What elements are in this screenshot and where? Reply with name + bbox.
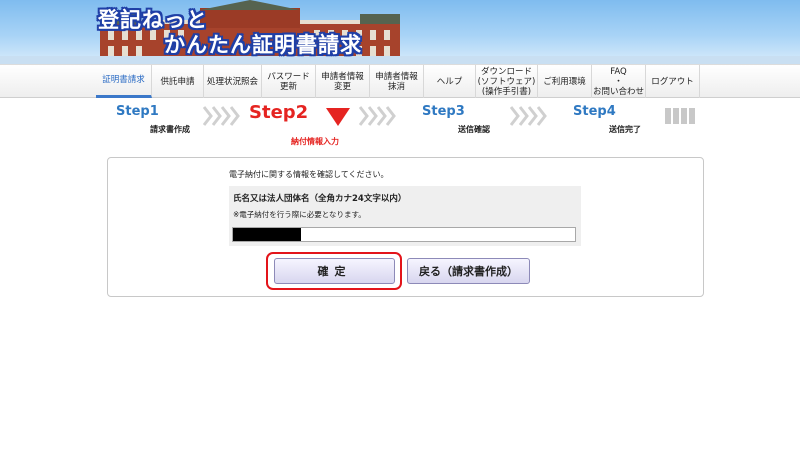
progress-end-bar [673,108,679,124]
nav-status-inquiry[interactable]: 処理状況照会 [204,65,262,98]
chevron-right-icon [386,106,396,126]
progress-end-bar [665,108,671,124]
nav-help[interactable]: ヘルプ [424,65,476,98]
step2-title: Step2 [249,102,309,123]
nav-download[interactable]: ダウンロード (ソフトウェア) (操作手引書) [476,65,538,98]
step2-label: 納付情報入力 [291,137,339,146]
step1-label: 請求書作成 [150,125,190,134]
nav-deposit-application[interactable]: 供託申請 [152,65,204,98]
name-field-note: ※電子納付を行う際に必要となります。 [233,210,366,219]
nav-faq-contact[interactable]: FAQ ・ お問い合わせ [592,65,646,98]
chevron-right-icon [230,106,240,126]
step3-title: Step3 [422,104,465,119]
progress-end-bar [681,108,687,124]
step1-title: Step1 [116,104,159,119]
nav-applicant-delete[interactable]: 申請者情報 抹消 [370,65,424,98]
step-indicator: Step1 請求書作成 Step2 納付情報入力 Step3 送信確認 Step… [0,98,800,156]
progress-end-bar [689,108,695,124]
confirm-button[interactable]: 確定 [274,258,395,284]
nav-password-update[interactable]: パスワード 更新 [262,65,316,98]
nav-environment[interactable]: ご利用環境 [538,65,592,98]
header-banner: 登記ねっと かんたん証明書請求 [0,0,800,64]
step3-label: 送信確認 [458,125,490,134]
nav-logout[interactable]: ログアウト [646,65,700,98]
step4-title: Step4 [573,104,616,119]
back-button[interactable]: 戻る（請求書作成） [407,258,530,284]
main-nav: 証明書請求 供託申請 処理状況照会 パスワード 更新 申請者情報 変更 申請者情… [0,64,800,98]
site-logo[interactable]: 登記ねっと かんたん証明書請求 [98,4,398,60]
step4-label: 送信完了 [609,125,641,134]
logo-line2: かんたん証明書請求 [164,33,362,57]
chevron-right-icon [537,106,547,126]
current-step-arrow-icon [326,108,350,126]
redacted-value [233,228,301,241]
nav-applicant-change[interactable]: 申請者情報 変更 [316,65,370,98]
panel-intro-text: 電子納付に関する情報を確認してください。 [229,170,389,179]
name-field-label: 氏名又は法人団体名（全角カナ24文字以内） [233,194,407,204]
nav-certificate-request[interactable]: 証明書請求 [96,65,152,98]
